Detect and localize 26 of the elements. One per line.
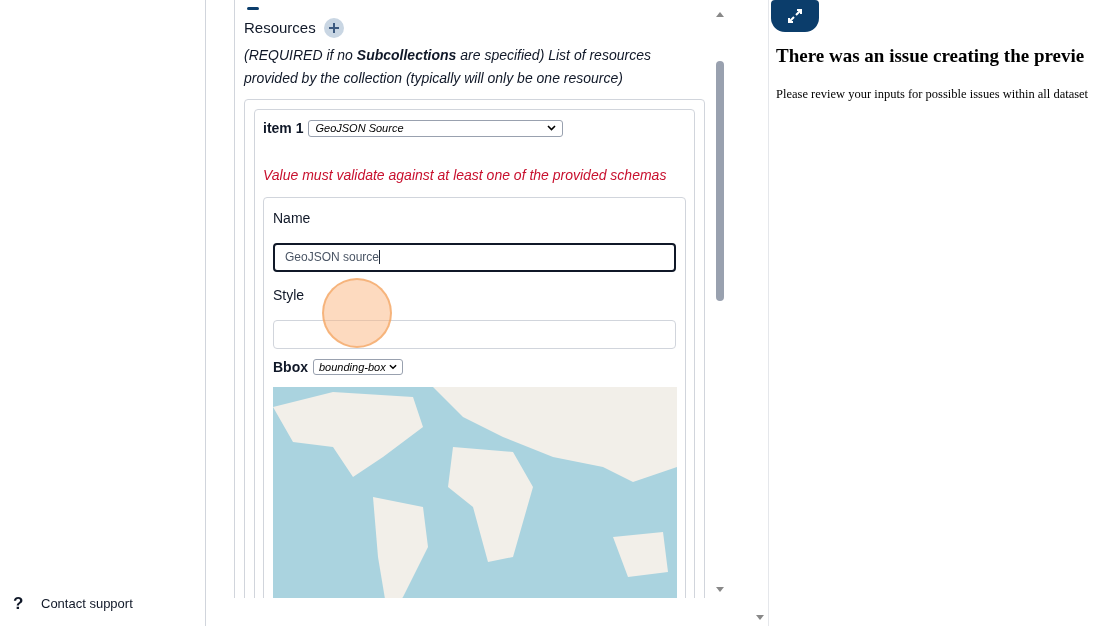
preview-error-title: There was an issue creating the previe	[776, 44, 1086, 68]
section-description: (REQUIRED if no Subcollections are specified) List of resources provided by the collection (typically will only be one resource)	[244, 45, 652, 88]
contact-support-link[interactable]: ? Contact support	[13, 590, 205, 616]
text-field[interactable]: GeoJSON source	[273, 242, 676, 272]
expand-button[interactable]	[771, 0, 819, 32]
plus-icon	[328, 23, 339, 34]
scrollbar-thumb[interactable]	[716, 61, 724, 301]
scroll-up-icon	[716, 12, 724, 17]
scroll-down-icon	[756, 615, 764, 620]
add-button[interactable]	[323, 18, 344, 39]
validation-error: Value must validate against at least one of the provided schemas	[263, 165, 668, 185]
scroll-down-icon	[716, 587, 724, 592]
section-title: Resources	[244, 18, 316, 38]
expand-icon	[787, 8, 803, 24]
text-field[interactable]	[273, 319, 676, 349]
chevron-icon	[389, 364, 397, 370]
collapse-icon[interactable]	[247, 7, 259, 10]
field-label: Style	[273, 285, 306, 305]
field-label: Name	[273, 208, 312, 228]
preview-error-message: Please review your inputs for possible issues within all dataset	[776, 85, 1090, 103]
bbox-select[interactable]: bounding-box	[313, 359, 403, 375]
bbox-label: Bbox	[273, 357, 308, 377]
help-icon: ?	[13, 590, 25, 616]
chevron-icon	[547, 125, 557, 131]
type-select[interactable]: GeoJSON Source	[308, 119, 564, 137]
item-label: item 1	[263, 118, 304, 138]
